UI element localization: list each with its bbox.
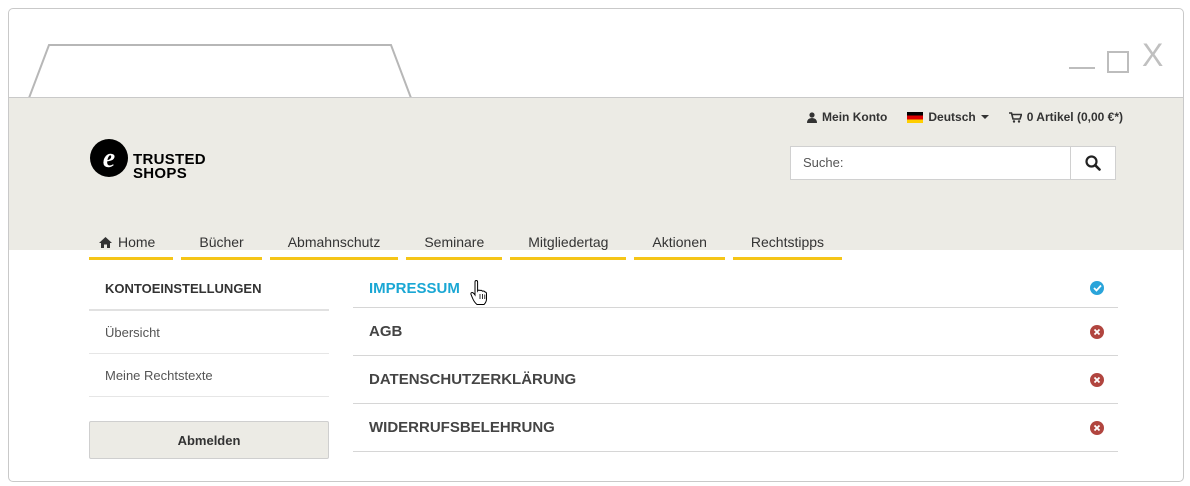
trusted-shops-e-icon: e (90, 139, 128, 177)
x-circle-icon (1090, 324, 1104, 339)
nav-label: Aktionen (652, 234, 707, 250)
cart-label: 0 Artikel (0,00 €*) (1026, 110, 1123, 124)
sidebar-item-uebersicht[interactable]: Übersicht (89, 311, 329, 354)
cart-link[interactable]: 0 Artikel (0,00 €*) (1008, 110, 1123, 124)
nav-item-rechtstipps[interactable]: Rechtstipps (732, 226, 843, 260)
chevron-down-icon (980, 115, 989, 119)
nav-label: Home (118, 234, 156, 250)
german-flag-icon (907, 111, 924, 123)
sidebar-title: KONTOEINSTELLUNGEN (89, 269, 329, 311)
list-item-impressum[interactable]: IMPRESSUM (353, 269, 1118, 308)
site-header: Mein Konto Deutsch 0 Artikel (0,00 €*) e (9, 97, 1183, 260)
cart-icon (1008, 111, 1022, 123)
browser-tab[interactable] (9, 9, 1183, 101)
home-icon (99, 236, 112, 248)
nav-item-aktionen[interactable]: Aktionen (634, 226, 725, 260)
list-item-datenschutzerklaerung[interactable]: DATENSCHUTZERKLÄRUNG (353, 356, 1118, 404)
list-item-label: AGB (369, 323, 403, 340)
legal-texts-list: IMPRESSUM AGB DATENSCHUTZERKLÄRUNG WIDER… (353, 269, 1118, 452)
search-icon (1085, 155, 1101, 171)
nav-label: Seminare (424, 234, 485, 250)
x-circle-icon (1090, 420, 1104, 435)
nav-item-home[interactable]: Home (89, 226, 174, 260)
browser-window: X Mein Konto Deutsch 0 Artikel (0,00 €*)… (8, 8, 1184, 482)
nav-label: Mitgliedertag (528, 234, 609, 250)
main-nav: Home Bücher Abmahnschutz Seminare Mitgli… (89, 226, 850, 260)
list-item-agb[interactable]: AGB (353, 308, 1118, 356)
nav-label: Rechtstipps (750, 234, 825, 250)
nav-item-seminare[interactable]: Seminare (406, 226, 503, 260)
logo-text-shops: SHOPS (133, 165, 188, 182)
sidebar-item-meine-rechtstexte[interactable]: Meine Rechtstexte (89, 354, 329, 397)
account-sidebar: KONTOEINSTELLUNGEN Übersicht Meine Recht… (89, 269, 329, 459)
account-label: Mein Konto (822, 110, 888, 124)
list-item-label: IMPRESSUM (369, 279, 460, 297)
check-circle-icon (1090, 281, 1104, 295)
nav-item-abmahnschutz[interactable]: Abmahnschutz (269, 226, 399, 260)
list-item-label: DATENSCHUTZERKLÄRUNG (369, 371, 577, 388)
nav-label: Bücher (199, 234, 244, 250)
trusted-shops-logo[interactable]: e TRUSTED SHOPS (89, 138, 206, 181)
logout-button[interactable]: Abmelden (89, 421, 329, 459)
language-label: Deutsch (928, 110, 976, 124)
nav-item-buecher[interactable]: Bücher (181, 226, 262, 260)
user-icon (807, 111, 818, 123)
maximize-icon[interactable] (1107, 51, 1129, 73)
nav-item-mitgliedertag[interactable]: Mitgliedertag (510, 226, 627, 260)
close-icon[interactable]: X (1142, 39, 1163, 71)
x-circle-icon (1090, 372, 1104, 387)
account-link[interactable]: Mein Konto (807, 110, 887, 124)
search-input[interactable] (791, 147, 1073, 177)
svg-text:e: e (103, 143, 115, 174)
list-item-label: WIDERRUFSBELEHRUNG (369, 419, 555, 436)
minimize-icon[interactable] (1069, 67, 1095, 69)
search-button[interactable] (1070, 147, 1115, 179)
hand-cursor-icon (470, 280, 487, 305)
language-dropdown[interactable]: Deutsch (907, 110, 989, 124)
list-item-widerrufsbelehrung[interactable]: WIDERRUFSBELEHRUNG (353, 404, 1118, 452)
nav-label: Abmahnschutz (287, 234, 381, 250)
top-bar: Mein Konto Deutsch 0 Artikel (0,00 €*) (807, 110, 1123, 124)
search-box (790, 146, 1116, 180)
